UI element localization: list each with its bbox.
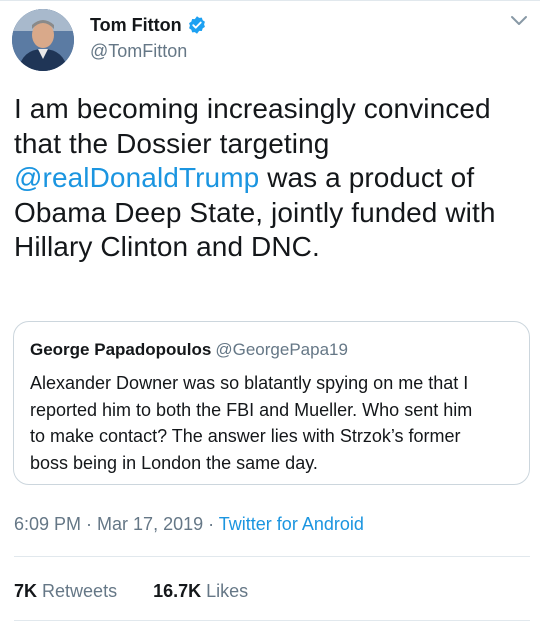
likes-label: Likes <box>206 581 249 601</box>
meta-separator: · <box>203 514 219 534</box>
tweet-line-tail: was a product of <box>259 162 475 193</box>
top-divider <box>0 0 540 1</box>
quoted-tweet-text: Alexander Downer was so blatantly spying… <box>30 370 520 476</box>
tweet-line: @realDonaldTrump was a product of <box>14 161 534 196</box>
quoted-author-handle: @GeorgePapa19 <box>215 340 348 359</box>
author-handle[interactable]: @TomFitton <box>90 40 187 62</box>
avatar[interactable] <box>12 9 74 71</box>
quoted-tweet-header: George Papadopoulos @GeorgePapa19 <box>30 339 348 361</box>
quoted-tweet-line: reported him to both the FBI and Mueller… <box>30 399 473 420</box>
mention-link[interactable]: @realDonaldTrump <box>14 162 259 193</box>
tweet-line: Hillary Clinton and DNC. <box>14 231 320 262</box>
tweet-metadata: 6:09 PM · Mar 17, 2019 · Twitter for And… <box>14 512 364 536</box>
tweet-time[interactable]: 6:09 PM <box>14 514 81 534</box>
verified-badge-icon <box>188 16 205 34</box>
likes-stat[interactable]: 16.7K Likes <box>153 581 248 601</box>
tweet-line: I am becoming increasingly convinced <box>14 93 491 124</box>
likes-count: 16.7K <box>153 581 202 601</box>
retweets-stat[interactable]: 7K Retweets <box>14 581 117 601</box>
tweet-stats: 7K Retweets 16.7K Likes <box>14 579 248 603</box>
author-display-name[interactable]: Tom Fitton <box>90 14 182 36</box>
chevron-down-icon[interactable] <box>510 14 528 28</box>
divider <box>14 620 530 621</box>
meta-separator: · <box>81 514 98 534</box>
author-name-row[interactable]: Tom Fitton <box>90 14 207 36</box>
tweet-line: Obama Deep State, jointly funded with <box>14 196 496 228</box>
tweet-date[interactable]: Mar 17, 2019 <box>97 514 203 534</box>
quoted-author-name: George Papadopoulos <box>30 340 212 359</box>
quoted-tweet-line: boss being in London the same day. <box>30 452 318 473</box>
quoted-tweet-card[interactable]: George Papadopoulos @GeorgePapa19 Alexand… <box>13 321 530 485</box>
tweet-source-link[interactable]: Twitter for Android <box>219 514 364 534</box>
quoted-tweet-line: to make contact? The answer lies with St… <box>30 426 461 446</box>
avatar-image <box>12 9 74 71</box>
retweets-count: 7K <box>14 581 38 601</box>
quoted-tweet-line: Alexander Downer was so blatantly spying… <box>30 373 469 393</box>
divider <box>14 556 530 557</box>
retweets-label: Retweets <box>42 581 118 601</box>
tweet-text: I am becoming increasingly convinced tha… <box>14 92 534 265</box>
tweet-line: that the Dossier targeting <box>14 127 330 159</box>
